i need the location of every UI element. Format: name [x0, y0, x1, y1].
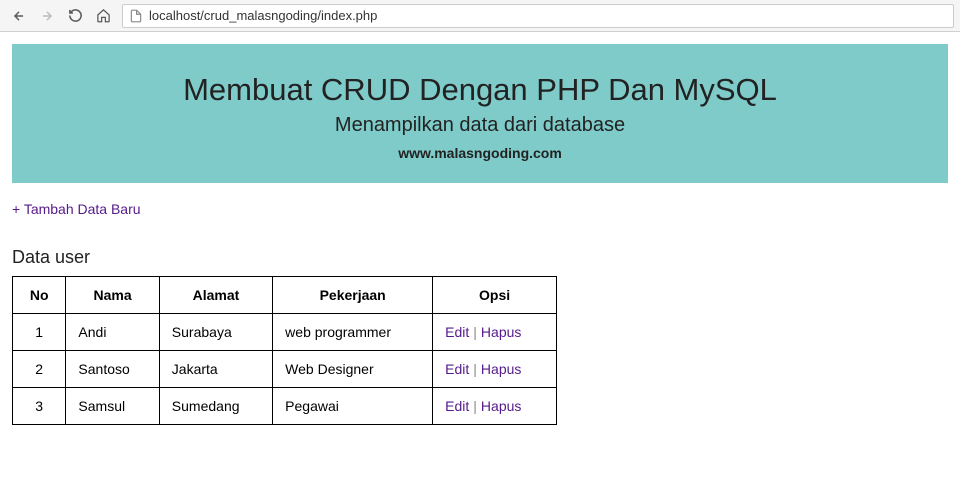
page-subtitle: Menampilkan data dari database — [32, 114, 928, 137]
arrow-right-icon — [40, 9, 54, 23]
address-bar[interactable]: localhost/crud_malasngoding/index.php — [122, 4, 954, 28]
cell-no: 2 — [13, 351, 66, 388]
home-icon — [96, 8, 111, 23]
reload-icon — [68, 8, 83, 23]
forward-button[interactable] — [34, 4, 60, 28]
cell-opsi: Edit|Hapus — [433, 314, 557, 351]
cell-alamat: Sumedang — [159, 388, 272, 425]
back-button[interactable] — [6, 4, 32, 28]
separator: | — [469, 324, 481, 340]
cell-nama: Samsul — [66, 388, 159, 425]
page-icon — [129, 9, 143, 23]
browser-toolbar: localhost/crud_malasngoding/index.php — [0, 0, 960, 32]
col-alamat: Alamat — [159, 277, 272, 314]
site-name: www.malasngoding.com — [32, 145, 928, 161]
cell-no: 3 — [13, 388, 66, 425]
col-pekerjaan: Pekerjaan — [273, 277, 433, 314]
header-banner: Membuat CRUD Dengan PHP Dan MySQL Menamp… — [12, 44, 948, 183]
cell-nama: Andi — [66, 314, 159, 351]
table-title: Data user — [12, 247, 948, 268]
page-content: Membuat CRUD Dengan PHP Dan MySQL Menamp… — [0, 32, 960, 437]
arrow-left-icon — [12, 9, 26, 23]
add-data-link[interactable]: + Tambah Data Baru — [12, 201, 141, 217]
cell-pekerjaan: Web Designer — [273, 351, 433, 388]
home-button[interactable] — [90, 4, 116, 28]
edit-link[interactable]: Edit — [445, 324, 469, 340]
table-row: 2SantosoJakartaWeb DesignerEdit|Hapus — [13, 351, 557, 388]
cell-alamat: Surabaya — [159, 314, 272, 351]
edit-link[interactable]: Edit — [445, 361, 469, 377]
col-nama: Nama — [66, 277, 159, 314]
col-opsi: Opsi — [433, 277, 557, 314]
cell-pekerjaan: Pegawai — [273, 388, 433, 425]
separator: | — [469, 361, 481, 377]
reload-button[interactable] — [62, 4, 88, 28]
data-table: No Nama Alamat Pekerjaan Opsi 1AndiSurab… — [12, 276, 557, 425]
cell-opsi: Edit|Hapus — [433, 388, 557, 425]
main-content: + Tambah Data Baru Data user No Nama Ala… — [12, 183, 948, 425]
cell-opsi: Edit|Hapus — [433, 351, 557, 388]
table-row: 3SamsulSumedangPegawaiEdit|Hapus — [13, 388, 557, 425]
separator: | — [469, 398, 481, 414]
cell-no: 1 — [13, 314, 66, 351]
cell-pekerjaan: web programmer — [273, 314, 433, 351]
hapus-link[interactable]: Hapus — [481, 324, 521, 340]
edit-link[interactable]: Edit — [445, 398, 469, 414]
table-row: 1AndiSurabayaweb programmerEdit|Hapus — [13, 314, 557, 351]
col-no: No — [13, 277, 66, 314]
url-text: localhost/crud_malasngoding/index.php — [149, 8, 377, 23]
hapus-link[interactable]: Hapus — [481, 398, 521, 414]
hapus-link[interactable]: Hapus — [481, 361, 521, 377]
cell-nama: Santoso — [66, 351, 159, 388]
page-title: Membuat CRUD Dengan PHP Dan MySQL — [32, 72, 928, 108]
table-header-row: No Nama Alamat Pekerjaan Opsi — [13, 277, 557, 314]
cell-alamat: Jakarta — [159, 351, 272, 388]
